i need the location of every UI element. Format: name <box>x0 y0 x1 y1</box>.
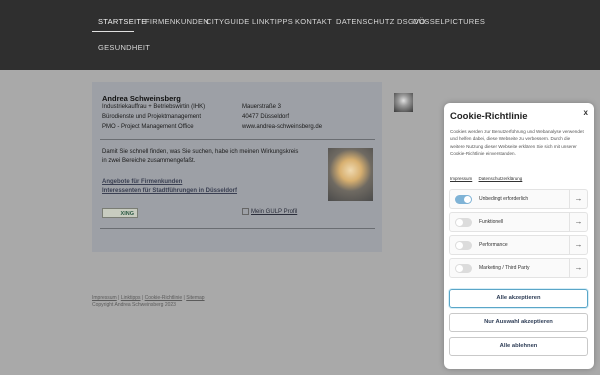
category-label: Unbedingt erforderlich <box>479 196 529 202</box>
profile-services-line: Bürodienste und Projektmanagement <box>102 114 202 120</box>
xing-badge[interactable]: XING <box>102 208 138 218</box>
address-street: Mauerstraße 3 <box>242 104 282 110</box>
card-divider-top <box>100 139 375 140</box>
toggle-functional[interactable] <box>455 218 472 227</box>
toggle-necessary[interactable] <box>455 195 472 204</box>
stadtfuehrungen-link[interactable]: Interessenten für Stadtführungen in Düss… <box>102 188 237 194</box>
arrow-right-icon[interactable]: → <box>569 259 587 277</box>
gulp-profile-link[interactable]: Mein GULP Profil <box>242 208 297 215</box>
intro-line-2: in zwei Bereiche zusammengefaßt. <box>102 158 196 164</box>
address-city: 40477 Düsseldorf <box>242 114 290 120</box>
nav-item-startseite[interactable]: Startseite <box>98 17 147 26</box>
avatar[interactable] <box>394 93 413 112</box>
footer-link-impressum[interactable]: Impressum <box>92 295 117 301</box>
card-divider-bottom <box>100 228 375 229</box>
category-label: Performance <box>479 242 508 248</box>
cookie-impressum-link[interactable]: Impressum <box>450 176 472 181</box>
nav-item-linktipps[interactable]: Linktipps <box>252 17 293 26</box>
footer-link-cookie[interactable]: Cookie-Richtlinie <box>145 295 183 301</box>
cookie-datenschutz-link[interactable]: Datenschutzerklärung <box>479 176 523 181</box>
decline-all-button[interactable]: Alle ablehnen <box>449 337 588 356</box>
portrait-photo <box>328 148 373 201</box>
cookie-category-performance[interactable]: Performance → <box>449 235 588 255</box>
profile-card: Andrea Schweinsberg Industriekauffrau + … <box>92 82 382 252</box>
cookie-description: Cookies werden zur Benutzerführung und W… <box>450 129 584 156</box>
nav-item-duesselpictures[interactable]: Düsselpictures <box>413 17 485 26</box>
firmenkunden-link[interactable]: Angebote für Firmenkunden <box>102 179 182 185</box>
cookie-title: Cookie-Richtlinie <box>450 111 528 122</box>
toggle-marketing[interactable] <box>455 264 472 273</box>
profile-pmo-line: PMO - Project Management Office <box>102 124 194 130</box>
footer-copyright: Copyright Andrea Schweinsberg 2023 <box>92 302 176 308</box>
nav-active-underline <box>92 31 134 32</box>
profile-name: Andrea Schweinsberg <box>102 94 181 103</box>
footer-link-sitemap[interactable]: Sitemap <box>186 295 204 301</box>
toggle-performance[interactable] <box>455 241 472 250</box>
category-label: Marketing / Third Party <box>479 265 530 271</box>
cookie-links: Impressum Datenschutzerklärung <box>450 176 527 181</box>
footer-links: Impressum | Linktipps | Cookie-Richtlini… <box>92 295 205 301</box>
nav-item-kontakt[interactable]: Kontakt <box>295 17 332 26</box>
profile-title-line: Industriekauffrau + Betriebswirtin (IHK) <box>102 104 206 110</box>
footer-link-linktipps[interactable]: Linktipps <box>121 295 141 301</box>
close-icon[interactable]: x <box>584 108 588 117</box>
nav-item-gesundheit[interactable]: Gesundheit <box>98 43 150 52</box>
cookie-dialog: x Cookie-Richtlinie Cookies werden zur B… <box>444 103 594 369</box>
cookie-category-marketing[interactable]: Marketing / Third Party → <box>449 258 588 278</box>
arrow-right-icon[interactable]: → <box>569 236 587 254</box>
arrow-right-icon[interactable]: → <box>569 213 587 231</box>
accept-selection-button[interactable]: Nur Auswahl akzeptieren <box>449 313 588 332</box>
site-header: Startseite Firmenkunden Cityguide Linkti… <box>0 0 600 70</box>
website-text: www.andrea-schweinsberg.de <box>242 124 323 130</box>
category-label: Funktionell <box>479 219 504 225</box>
intro-line-1: Damit Sie schnell finden, was Sie suchen… <box>102 149 299 155</box>
cookie-category-necessary[interactable]: Unbedingt erforderlich → <box>449 189 588 209</box>
accept-all-button[interactable]: Alle akzeptieren <box>449 289 588 308</box>
nav-item-firmenkunden[interactable]: Firmenkunden <box>145 17 209 26</box>
arrow-right-icon[interactable]: → <box>569 190 587 208</box>
nav-item-cityguide[interactable]: Cityguide <box>206 17 250 26</box>
cookie-category-functional[interactable]: Funktionell → <box>449 212 588 232</box>
